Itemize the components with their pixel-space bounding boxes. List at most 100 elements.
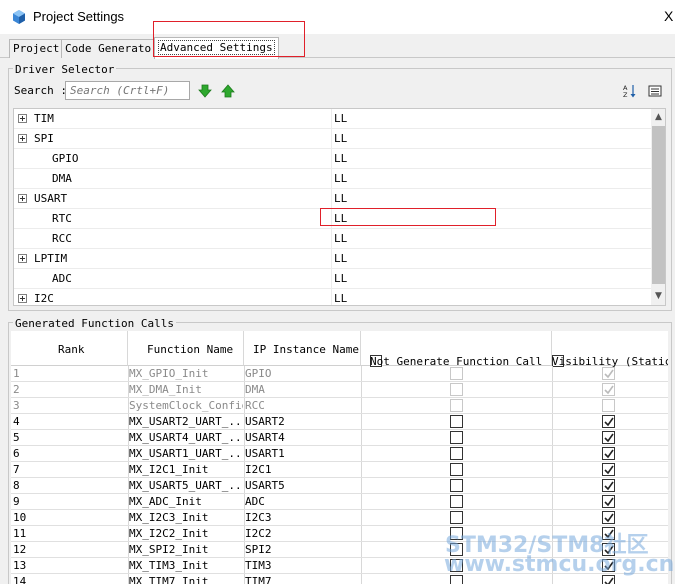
header-not-generate[interactable]: Not Generate Function Call — [361, 331, 552, 368]
not-generate-checkbox[interactable] — [450, 511, 463, 524]
table-row[interactable]: 7 MX_I2C1_Init I2C1 — [11, 462, 668, 478]
table-row[interactable]: 10 MX_I2C3_Init I2C3 — [11, 510, 668, 526]
ip-instance-cell: TIM3 — [245, 559, 272, 572]
ip-instance-cell: I2C1 — [245, 463, 272, 476]
driver-row-i2c[interactable]: I2C LL — [14, 289, 651, 305]
table-row[interactable]: 2 MX_DMA_Init DMA — [11, 382, 668, 398]
function-name-cell: MX_DMA_Init — [129, 383, 202, 396]
ip-instance-cell: USART1 — [245, 447, 285, 460]
driver-type-value[interactable]: LL — [334, 172, 347, 185]
ip-instance-cell: USART5 — [245, 479, 285, 492]
table-row[interactable]: 3 SystemClock_Config RCC — [11, 398, 668, 414]
driver-row-usart[interactable]: USART LL — [14, 189, 651, 209]
visibility-checkbox[interactable] — [602, 463, 615, 476]
driver-name: ADC — [52, 272, 72, 285]
not-generate-checkbox — [450, 383, 463, 396]
driver-type-value[interactable]: LL — [334, 272, 347, 285]
table-row[interactable]: 5 MX_USART4_UART_... USART4 — [11, 430, 668, 446]
scrollbar-thumb[interactable] — [652, 126, 665, 284]
close-button[interactable]: X — [664, 8, 673, 24]
driver-name: RCC — [52, 232, 72, 245]
driver-selector-title: Driver Selector — [13, 63, 117, 76]
visibility-checkbox[interactable] — [602, 447, 615, 460]
rank-cell: 2 — [13, 383, 20, 396]
visibility-checkbox — [602, 383, 615, 396]
not-generate-checkbox — [450, 399, 463, 412]
driver-name: RTC — [52, 212, 72, 225]
visibility-checkbox[interactable] — [602, 479, 615, 492]
table-row[interactable]: 8 MX_USART5_UART_... USART5 — [11, 478, 668, 494]
table-row[interactable]: 1 MX_GPIO_Init GPIO — [11, 366, 668, 382]
expand-plus-icon[interactable] — [18, 114, 27, 123]
search-input[interactable] — [65, 81, 190, 100]
driver-name: GPIO — [52, 152, 79, 165]
not-generate-checkbox[interactable] — [450, 447, 463, 460]
scroll-down-icon[interactable]: ▼ — [654, 292, 663, 301]
driver-type-value[interactable]: LL — [334, 232, 347, 245]
visibility-checkbox[interactable] — [602, 415, 615, 428]
header-rank[interactable]: Rank — [11, 331, 128, 366]
driver-row-dma[interactable]: DMA LL — [14, 169, 651, 189]
function-name-cell: MX_USART4_UART_... — [129, 431, 243, 444]
function-name-cell: MX_I2C3_Init — [129, 511, 209, 524]
header-function-name[interactable]: Function Name — [128, 331, 244, 366]
visibility-checkbox[interactable] — [602, 511, 615, 524]
driver-name: TIM — [34, 112, 54, 125]
driver-type-value[interactable]: LL — [334, 132, 347, 145]
driver-type-value[interactable]: LL — [334, 112, 347, 125]
sort-alpha-icon[interactable]: A Z — [623, 84, 637, 98]
rank-cell: 8 — [13, 479, 20, 492]
move-up-icon[interactable] — [221, 84, 235, 98]
header-label: IP Instance Name — [253, 343, 359, 356]
expand-plus-icon[interactable] — [18, 254, 27, 263]
table-row[interactable]: 9 MX_ADC_Init ADC — [11, 494, 668, 510]
svg-text:Z: Z — [623, 91, 628, 98]
driver-row-lptim[interactable]: LPTIM LL — [14, 249, 651, 269]
ip-instance-cell: USART4 — [245, 431, 285, 444]
driver-type-value[interactable]: LL — [334, 152, 347, 165]
expand-plus-icon[interactable] — [18, 294, 27, 303]
visibility-checkbox — [602, 367, 615, 380]
driver-row-adc[interactable]: ADC LL — [14, 269, 651, 289]
header-label: Rank — [58, 343, 85, 356]
cube-icon — [13, 10, 25, 24]
tab-bar: Project Code Generator Advanced Settings — [0, 34, 675, 59]
scroll-up-icon[interactable]: ▲ — [654, 113, 663, 122]
function-name-cell: SystemClock_Config — [129, 399, 243, 412]
tab-code-generator[interactable]: Code Generator — [61, 39, 162, 58]
list-view-icon[interactable] — [648, 84, 662, 98]
not-generate-checkbox[interactable] — [450, 495, 463, 508]
driver-row-rcc[interactable]: RCC LL — [14, 229, 651, 249]
not-generate-checkbox[interactable] — [450, 479, 463, 492]
driver-type-value[interactable]: LL — [334, 292, 347, 305]
project-settings-window: Project Settings X Project Code Generato… — [0, 0, 675, 584]
header-ip-instance[interactable]: IP Instance Name — [244, 331, 361, 366]
move-down-icon[interactable] — [198, 84, 212, 98]
driver-row-tim[interactable]: TIM LL — [14, 109, 651, 129]
expand-plus-icon[interactable] — [18, 134, 27, 143]
table-row[interactable]: 4 MX_USART2_UART_... USART2 — [11, 414, 668, 430]
function-name-cell: MX_USART2_UART_... — [129, 415, 243, 428]
table-row[interactable]: 6 MX_USART1_UART_... USART1 — [11, 446, 668, 462]
not-generate-checkbox[interactable] — [450, 415, 463, 428]
driver-row-gpio[interactable]: GPIO LL — [14, 149, 651, 169]
not-generate-checkbox[interactable] — [450, 431, 463, 444]
driver-row-spi[interactable]: SPI LL — [14, 129, 651, 149]
driver-type-value[interactable]: LL — [334, 192, 347, 205]
driver-name: SPI — [34, 132, 54, 145]
driver-name: DMA — [52, 172, 72, 185]
driver-name: USART — [34, 192, 68, 205]
search-label: Search : — [14, 84, 67, 97]
visibility-checkbox[interactable] — [602, 495, 615, 508]
rank-cell: 5 — [13, 431, 20, 444]
rank-cell: 3 — [13, 399, 20, 412]
tab-label: Code Generator — [65, 42, 158, 55]
driver-type-value[interactable]: LL — [334, 252, 347, 265]
tab-project[interactable]: Project — [9, 39, 64, 58]
not-generate-checkbox[interactable] — [450, 463, 463, 476]
expand-plus-icon[interactable] — [18, 194, 27, 203]
window-title: Project Settings — [33, 9, 125, 24]
visibility-checkbox[interactable] — [602, 431, 615, 444]
header-visibility[interactable]: Visibility (Static) — [552, 331, 668, 368]
driver-list-scrollbar[interactable]: ▲ ▼ — [651, 109, 665, 305]
